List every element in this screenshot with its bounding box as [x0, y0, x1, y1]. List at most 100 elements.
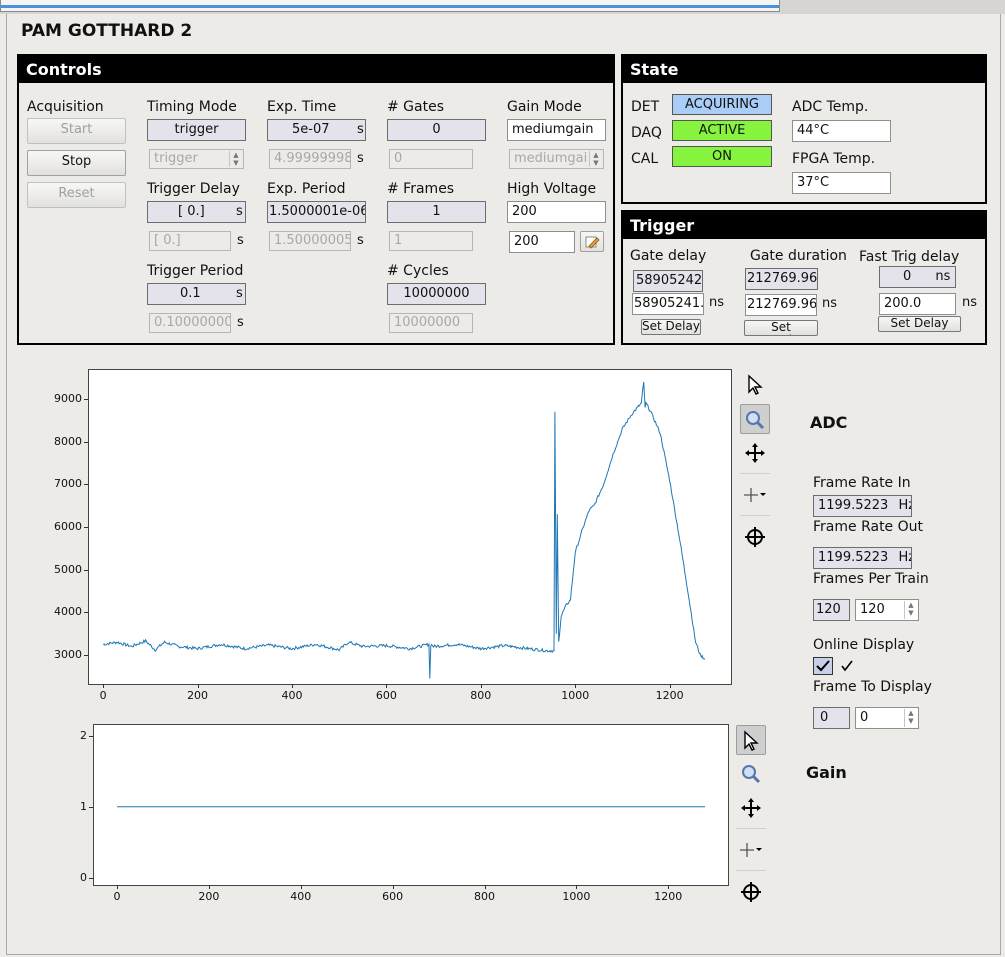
gate-duration-value: 212769.96	[745, 268, 818, 290]
frames-label: # Frames	[387, 181, 455, 197]
reset-button[interactable]: Reset	[27, 182, 126, 208]
frame-to-display-value: 0	[813, 707, 850, 729]
frame-to-display-input: 0	[860, 710, 869, 725]
trigger-delay-input[interactable]: [ 0.]	[149, 231, 231, 251]
frames-per-train-label: Frames Per Train	[813, 571, 929, 587]
adc-x-tick-label: 800	[470, 689, 492, 702]
gain-x-tick-mark	[668, 885, 670, 889]
toolbar-separator	[736, 828, 766, 829]
gain-plot-svg	[117, 806, 705, 808]
spin-arrows-icon[interactable]: ▲ ▼	[904, 601, 917, 619]
gate-delay-input[interactable]: 58905241.	[632, 293, 704, 315]
gain-y-tick-mark	[89, 735, 93, 737]
frames-value: 1	[387, 201, 486, 223]
adc-y-tick-label: 9000	[54, 392, 82, 405]
exp-time-input[interactable]: 4.99999998	[269, 149, 351, 169]
adc-x-tick-label: 600	[375, 689, 397, 702]
cycles-input[interactable]: 10000000	[389, 313, 473, 333]
gate-duration-input[interactable]: 212769.96	[745, 294, 817, 316]
adc-plot-area[interactable]	[88, 369, 732, 685]
frames-input[interactable]: 1	[389, 231, 473, 251]
det-status: ACQUIRING	[672, 94, 772, 115]
gain-x-tick-mark	[116, 885, 118, 889]
exp-period-input[interactable]: 1.50000005	[269, 231, 351, 251]
controls-panel: Controls Acquisition Start Stop Reset Ti…	[17, 54, 615, 345]
gain-x-tick-label: 1000	[562, 890, 591, 903]
gain-x-tick-label: 800	[474, 890, 495, 903]
timing-mode-value: trigger	[147, 119, 246, 141]
frame-rate-out-label: Frame Rate Out	[813, 519, 924, 535]
adc-x-tick-mark	[197, 684, 199, 688]
trigger-period-value: 0.1	[147, 283, 246, 305]
trigger-delay-value-unit: s	[236, 204, 243, 219]
online-display-label: Online Display	[813, 637, 915, 653]
adc-temp-label: ADC Temp.	[792, 99, 869, 115]
fpga-temp-label: FPGA Temp.	[792, 151, 876, 167]
gain-pointer-button[interactable]	[736, 725, 766, 755]
online-display-checkbox[interactable]	[813, 657, 833, 675]
gain-x-tick-label: 0	[113, 890, 121, 903]
high-voltage-input[interactable]: 200	[509, 231, 575, 253]
adc-target-button[interactable]	[740, 522, 770, 552]
adc-crosshair-button[interactable]	[740, 480, 770, 510]
gain-pan-button[interactable]	[736, 793, 766, 823]
set-duration-button[interactable]: Set Duration	[744, 320, 818, 336]
exp-time-value-unit: s	[357, 122, 364, 137]
set-gate-delay-button[interactable]: Set Delay	[641, 319, 701, 335]
cycles-label: # Cycles	[387, 263, 449, 279]
exp-time-text: 5e-07	[292, 122, 330, 137]
exp-period-value: 1.5000001e-06	[267, 201, 366, 223]
trigger-period-input[interactable]: 0.10000000	[149, 313, 231, 333]
gates-input[interactable]: 0	[389, 149, 473, 169]
high-voltage-value[interactable]: 200	[507, 201, 606, 223]
timing-mode-label: Timing Mode	[147, 99, 237, 115]
gate-delay-unit: ns	[709, 295, 725, 310]
spin-arrows-icon[interactable]: ▲ ▼	[904, 709, 917, 727]
cycles-value: 10000000	[387, 283, 486, 305]
zoom-icon	[742, 765, 761, 784]
adc-y-tick-label: 4000	[54, 605, 82, 619]
online-display-toggle[interactable]	[840, 659, 854, 673]
frames-per-train-spinbox[interactable]: 120 ▲ ▼	[855, 599, 919, 621]
toolbar-separator	[736, 870, 766, 871]
frame-rate-out-value: 1199.5223 Hz	[813, 547, 912, 569]
state-header: State	[623, 56, 985, 83]
frame-rate-in-value: 1199.5223 Hz	[813, 495, 912, 517]
stop-button[interactable]: Stop	[27, 150, 126, 176]
chevron-updown-icon: ▲ ▼	[229, 151, 242, 167]
adc-y-tick-mark	[84, 654, 88, 656]
chevron-updown-icon: ▲ ▼	[589, 151, 602, 167]
adc-y-tick-label: 5000	[54, 562, 82, 576]
gain-zoom-button[interactable]	[736, 759, 766, 789]
adc-pan-button[interactable]	[740, 438, 770, 468]
gain-crosshair-button[interactable]	[736, 835, 766, 865]
frame-rate-in-text: 1199.5223	[818, 498, 889, 513]
adc-y-tick-label: 6000	[54, 520, 82, 533]
edit-voltage-button[interactable]	[580, 231, 604, 252]
pan-icon	[741, 798, 761, 818]
adc-pointer-button[interactable]	[740, 370, 770, 400]
det-label: DET	[631, 99, 660, 115]
adc-x-tick-label: 0	[99, 689, 107, 702]
exp-time-input-unit: s	[357, 151, 364, 166]
gain-x-tick-label: 1200	[654, 890, 683, 903]
gain-target-button[interactable]	[736, 877, 766, 907]
pan-icon	[745, 443, 765, 463]
fast-trig-delay-input[interactable]: 200.0	[879, 293, 956, 315]
gain-mode-value[interactable]: mediumgain	[507, 119, 606, 141]
set-fast-trig-delay-button[interactable]: Set Delay	[878, 316, 961, 332]
gain-x-tick-mark	[392, 885, 394, 889]
start-button[interactable]: Start	[27, 118, 126, 144]
adc-zoom-button[interactable]	[740, 404, 770, 434]
gain-plot-area[interactable]	[93, 724, 729, 886]
gain-mode-select[interactable]: mediumgai ▲ ▼	[509, 149, 604, 169]
trigger-delay-input-unit: s	[237, 233, 244, 248]
crosshair-icon	[740, 843, 762, 857]
adc-y-tick-mark	[84, 441, 88, 443]
high-voltage-label: High Voltage	[507, 181, 597, 197]
timing-mode-select[interactable]: trigger ▲ ▼	[149, 149, 244, 169]
trigger-period-label: Trigger Period	[147, 263, 244, 279]
frame-to-display-spinbox[interactable]: 0 ▲ ▼	[855, 707, 919, 729]
target-icon	[741, 882, 761, 902]
frames-per-train-value: 120	[813, 599, 850, 621]
